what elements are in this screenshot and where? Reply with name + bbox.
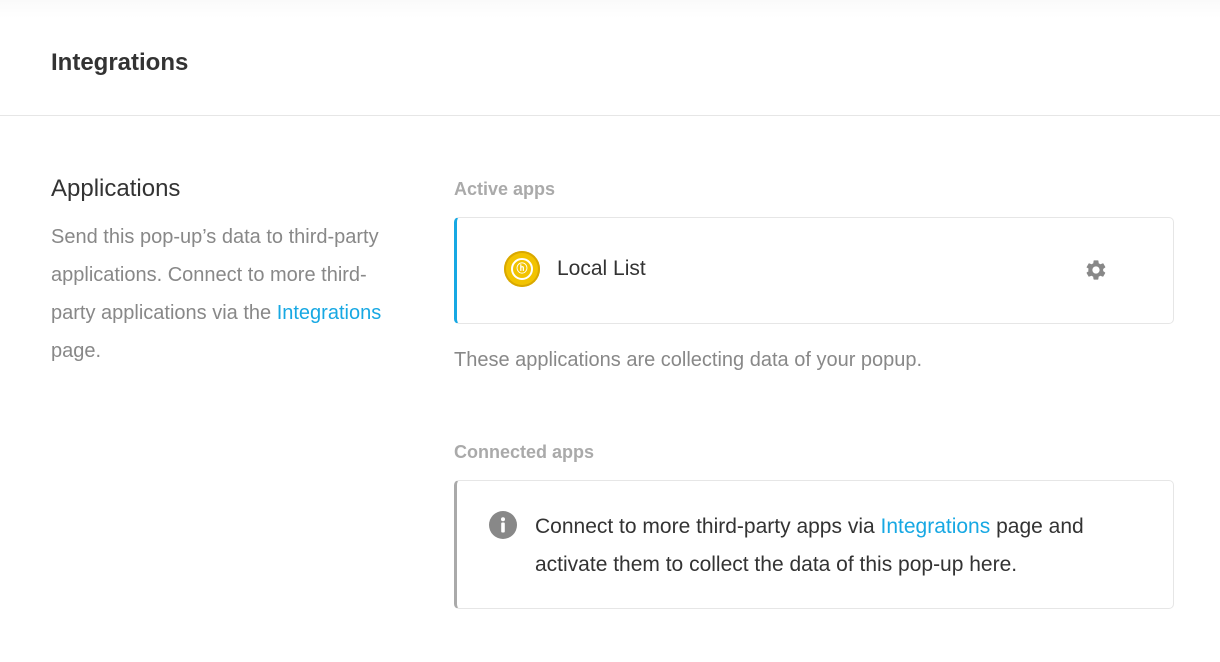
- local-list-logo-icon: ⓗ: [504, 251, 540, 287]
- local-list-logo-ring: ⓗ: [511, 258, 533, 280]
- connected-apps-notice-text: Connect to more third-party apps via Int…: [535, 508, 1155, 584]
- page-title: Integrations: [51, 49, 189, 76]
- active-apps-label: Active apps: [454, 179, 556, 199]
- notice-integrations-link[interactable]: Integrations: [881, 515, 991, 538]
- active-apps-description: These applications are collecting data o…: [454, 349, 923, 371]
- active-app-card: ⓗ Local List: [454, 217, 1174, 324]
- notice-text-start: Connect to more third-party apps via: [535, 515, 881, 538]
- integrations-link[interactable]: Integrations: [277, 302, 382, 324]
- applications-description-end: page.: [51, 340, 102, 362]
- local-list-logo-glyph: ⓗ: [516, 263, 528, 275]
- info-icon: [489, 511, 517, 539]
- connected-apps-notice: Connect to more third-party apps via Int…: [454, 480, 1174, 609]
- gear-icon: [1086, 260, 1106, 280]
- apps-panel: Active apps ⓗ Local List These applicati…: [454, 176, 1174, 609]
- applications-description: Send this pop-up’s data to third-party a…: [51, 218, 406, 370]
- applications-section-intro: Applications Send this pop-up’s data to …: [51, 172, 406, 370]
- app-name: Local List: [557, 257, 646, 280]
- app-settings-button[interactable]: [1084, 258, 1108, 282]
- integrations-page: Integrations Applications Send this pop-…: [0, 0, 1220, 662]
- page-header: Integrations: [0, 0, 1220, 116]
- connected-apps-label: Connected apps: [454, 442, 595, 462]
- applications-title: Applications: [51, 175, 181, 202]
